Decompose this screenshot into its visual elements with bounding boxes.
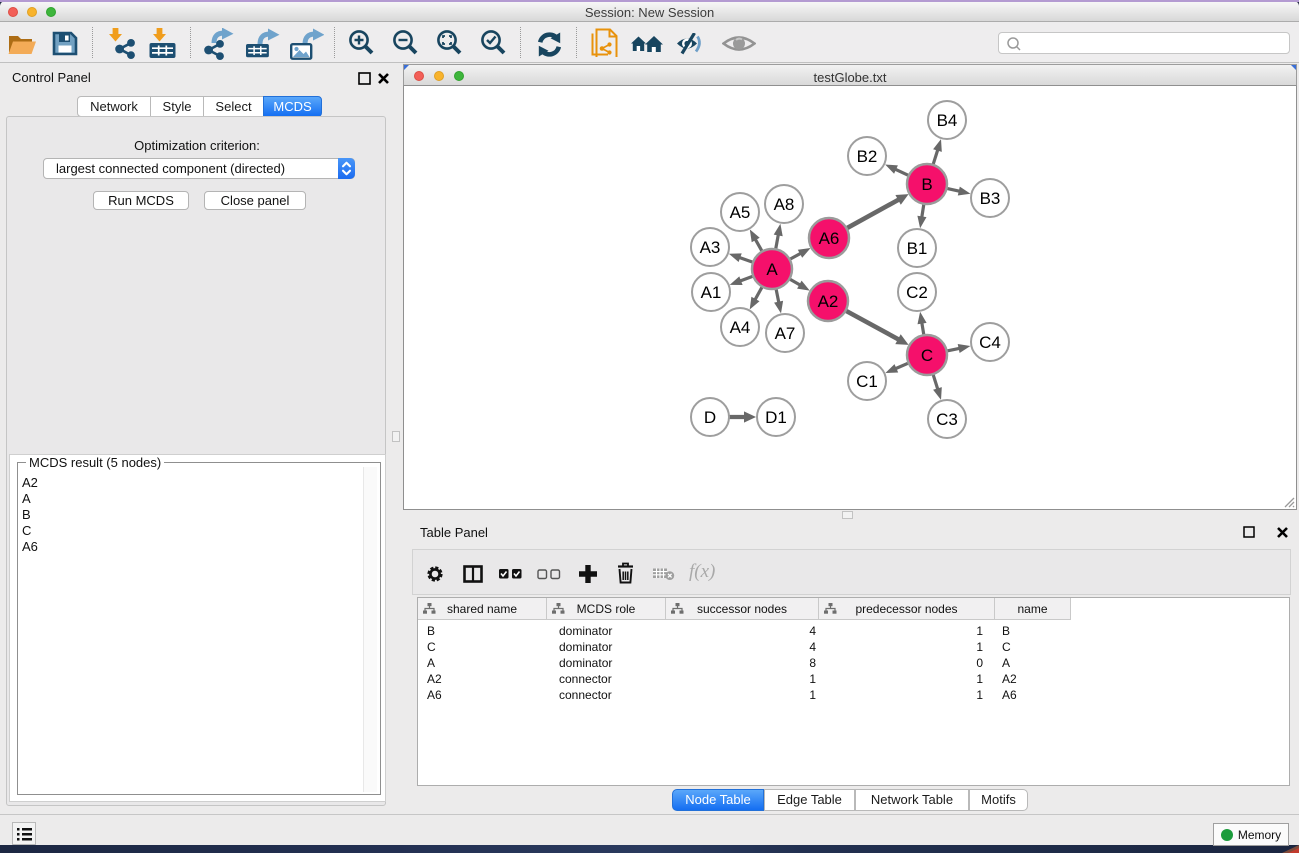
svg-text:A4: A4 <box>730 318 751 337</box>
svg-text:A1: A1 <box>701 283 722 302</box>
svg-text:A8: A8 <box>774 195 795 214</box>
svg-text:D: D <box>704 408 716 427</box>
svg-text:A2: A2 <box>818 292 839 311</box>
svg-text:B4: B4 <box>937 111 958 130</box>
svg-text:B1: B1 <box>907 239 928 258</box>
svg-text:C: C <box>921 346 933 365</box>
svg-text:C3: C3 <box>936 410 958 429</box>
svg-text:C2: C2 <box>906 283 928 302</box>
svg-text:A: A <box>766 260 778 279</box>
svg-text:A6: A6 <box>819 229 840 248</box>
svg-text:C1: C1 <box>856 372 878 391</box>
svg-text:A5: A5 <box>730 203 751 222</box>
svg-text:A3: A3 <box>700 238 721 257</box>
svg-text:C4: C4 <box>979 333 1001 352</box>
svg-text:B3: B3 <box>980 189 1001 208</box>
svg-text:A7: A7 <box>775 324 796 343</box>
svg-text:D1: D1 <box>765 408 787 427</box>
svg-text:B2: B2 <box>857 147 878 166</box>
svg-text:B: B <box>921 175 932 194</box>
